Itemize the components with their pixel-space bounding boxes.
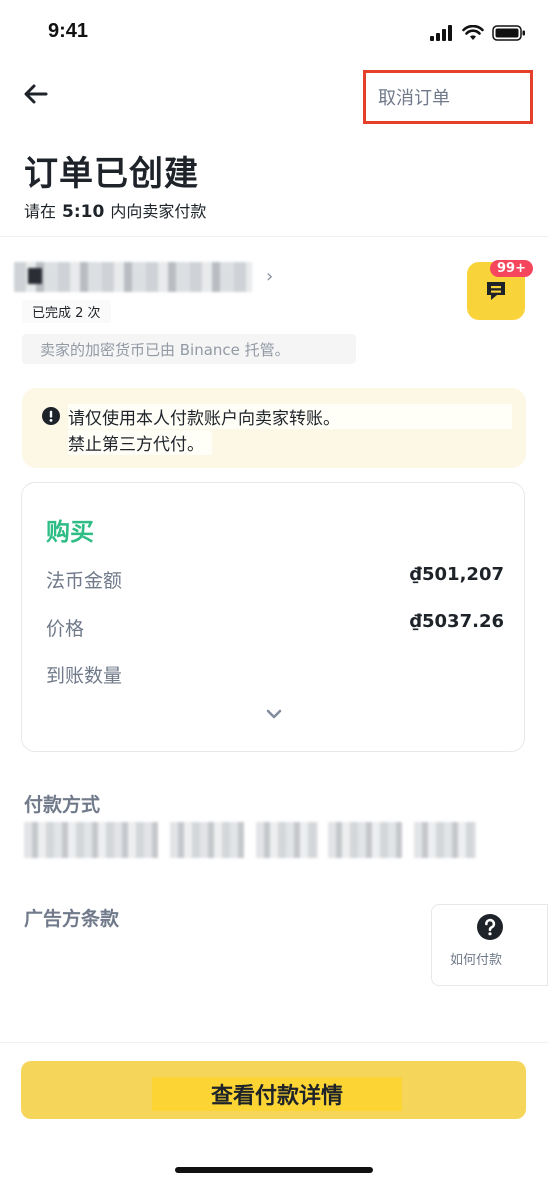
countdown-timer: 5:10 [62, 202, 105, 222]
how-to-pay-label: 如何付款 [450, 953, 503, 968]
help-icon [477, 914, 503, 940]
footer-divider [0, 1042, 548, 1043]
payment-method-redacted[interactable] [256, 822, 318, 858]
warning-line-1: 请仅使用本人付款账户向卖家转账。 [68, 404, 512, 429]
chevron-down-icon[interactable] [264, 704, 284, 724]
cancel-order-label: 取消订单 [378, 88, 450, 109]
completed-orders-badge: 已完成 2 次 [22, 300, 111, 323]
price-label: 价格 [46, 618, 85, 640]
payment-method-redacted[interactable] [328, 822, 402, 858]
fiat-amount-label: 法币金额 [46, 570, 123, 592]
receive-quantity-label: 到账数量 [46, 665, 123, 687]
cellular-signal-icon [430, 25, 452, 41]
warning-line-2: 禁止第三方代付。 [68, 430, 212, 455]
status-icons [430, 22, 526, 44]
wifi-icon [462, 25, 484, 40]
page-title: 订单已创建 [24, 154, 199, 194]
unread-count-badge: 99+ [490, 260, 533, 277]
home-indicator [175, 1167, 373, 1173]
seller-name-redacted[interactable] [14, 262, 252, 292]
escrow-note: 卖家的加密货币已由 Binance 托管。 [22, 334, 356, 364]
payment-deadline: 请在 5:10 内向卖家付款 [24, 198, 206, 222]
alert-icon [42, 407, 60, 425]
status-time: 9:41 [48, 20, 89, 42]
deadline-prefix: 请在 [24, 202, 57, 221]
price-value: ₫5037.26 [409, 611, 504, 632]
cancel-order-button[interactable]: 取消订单 [363, 70, 533, 124]
advertiser-terms-title: 广告方条款 [24, 908, 120, 930]
deadline-suffix: 内向卖家付款 [110, 202, 207, 221]
payment-method-redacted[interactable] [24, 822, 158, 858]
view-payment-details-label: 查看付款详情 [152, 1077, 402, 1111]
back-arrow-icon[interactable] [22, 80, 50, 108]
payment-method-title: 付款方式 [24, 794, 101, 816]
payment-method-redacted[interactable] [170, 822, 244, 858]
header-divider [0, 236, 548, 237]
trade-side-label: 购买 [46, 518, 94, 546]
fiat-amount-value: ₫501,207 [409, 564, 504, 585]
payment-method-redacted[interactable] [414, 822, 476, 858]
battery-icon [492, 25, 525, 41]
chevron-right-icon[interactable]: › [266, 266, 273, 287]
